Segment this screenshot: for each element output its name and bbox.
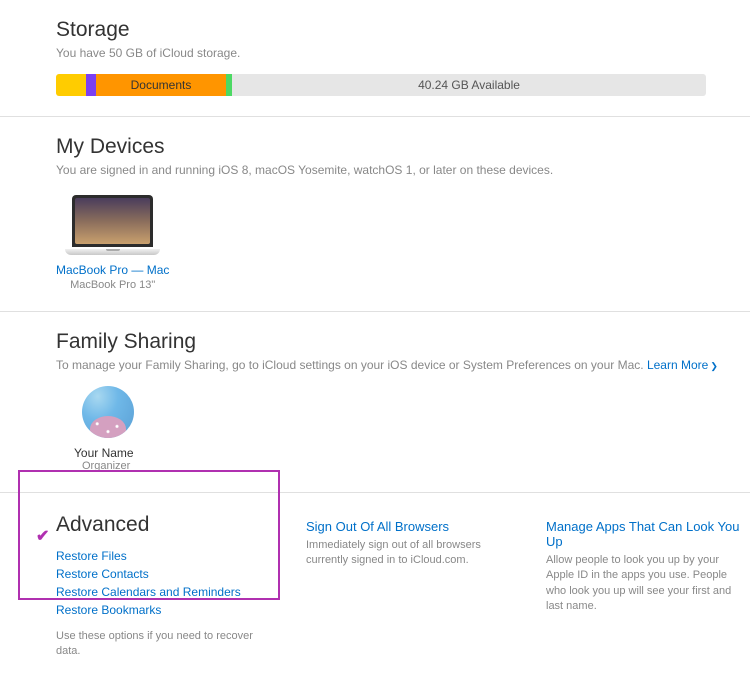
- family-section: Family Sharing To manage your Family Sha…: [0, 312, 750, 493]
- advanced-footnote: Use these options if you need to recover…: [56, 629, 266, 660]
- restore-links: Restore Files Restore Contacts Restore C…: [56, 547, 266, 619]
- advanced-column: Advanced Restore Files Restore Contacts …: [56, 513, 266, 660]
- avatar[interactable]: [82, 386, 134, 438]
- signout-link[interactable]: Sign Out Of All Browsers: [306, 519, 506, 534]
- storage-title: Storage: [56, 18, 750, 42]
- family-subtitle: To manage your Family Sharing, go to iCl…: [56, 358, 750, 372]
- manage-column: Manage Apps That Can Look You Up Allow p…: [546, 513, 746, 660]
- storage-seg-documents: Documents: [96, 74, 226, 96]
- device-model: MacBook Pro 13": [56, 279, 169, 291]
- restore-contacts-link[interactable]: Restore Contacts: [56, 565, 266, 583]
- signout-column: Sign Out Of All Browsers Immediately sig…: [306, 513, 506, 660]
- manage-apps-link[interactable]: Manage Apps That Can Look You Up: [546, 519, 746, 549]
- bottom-row: Advanced Restore Files Restore Contacts …: [0, 493, 750, 680]
- devices-subtitle: You are signed in and running iOS 8, mac…: [56, 163, 750, 177]
- advanced-title: Advanced: [56, 513, 266, 537]
- family-title: Family Sharing: [56, 330, 750, 354]
- restore-calendars-link[interactable]: Restore Calendars and Reminders: [56, 583, 266, 601]
- macbook-icon: [65, 195, 160, 255]
- devices-title: My Devices: [56, 135, 750, 159]
- storage-subtitle: You have 50 GB of iCloud storage.: [56, 46, 750, 60]
- family-member-role: Organizer: [82, 460, 750, 472]
- restore-bookmarks-link[interactable]: Restore Bookmarks: [56, 601, 266, 619]
- storage-section: Storage You have 50 GB of iCloud storage…: [0, 0, 750, 117]
- storage-seg-other: [86, 74, 96, 96]
- storage-seg-available: 40.24 GB Available: [232, 74, 706, 96]
- signout-desc: Immediately sign out of all browsers cur…: [306, 538, 506, 569]
- learn-more-link[interactable]: Learn More❯: [647, 358, 718, 372]
- family-subtitle-text: To manage your Family Sharing, go to iCl…: [56, 358, 647, 372]
- storage-seg-photos: [56, 74, 86, 96]
- device-name: MacBook Pro — Mac: [56, 263, 169, 277]
- devices-section: My Devices You are signed in and running…: [0, 117, 750, 312]
- restore-files-link[interactable]: Restore Files: [56, 547, 266, 565]
- storage-bar[interactable]: Documents 40.24 GB Available: [56, 74, 706, 96]
- chevron-right-icon: ❯: [710, 361, 718, 371]
- family-member-name: Your Name: [74, 446, 750, 460]
- device-item[interactable]: MacBook Pro — Mac MacBook Pro 13": [56, 195, 169, 291]
- manage-apps-desc: Allow people to look you up by your Appl…: [546, 553, 746, 615]
